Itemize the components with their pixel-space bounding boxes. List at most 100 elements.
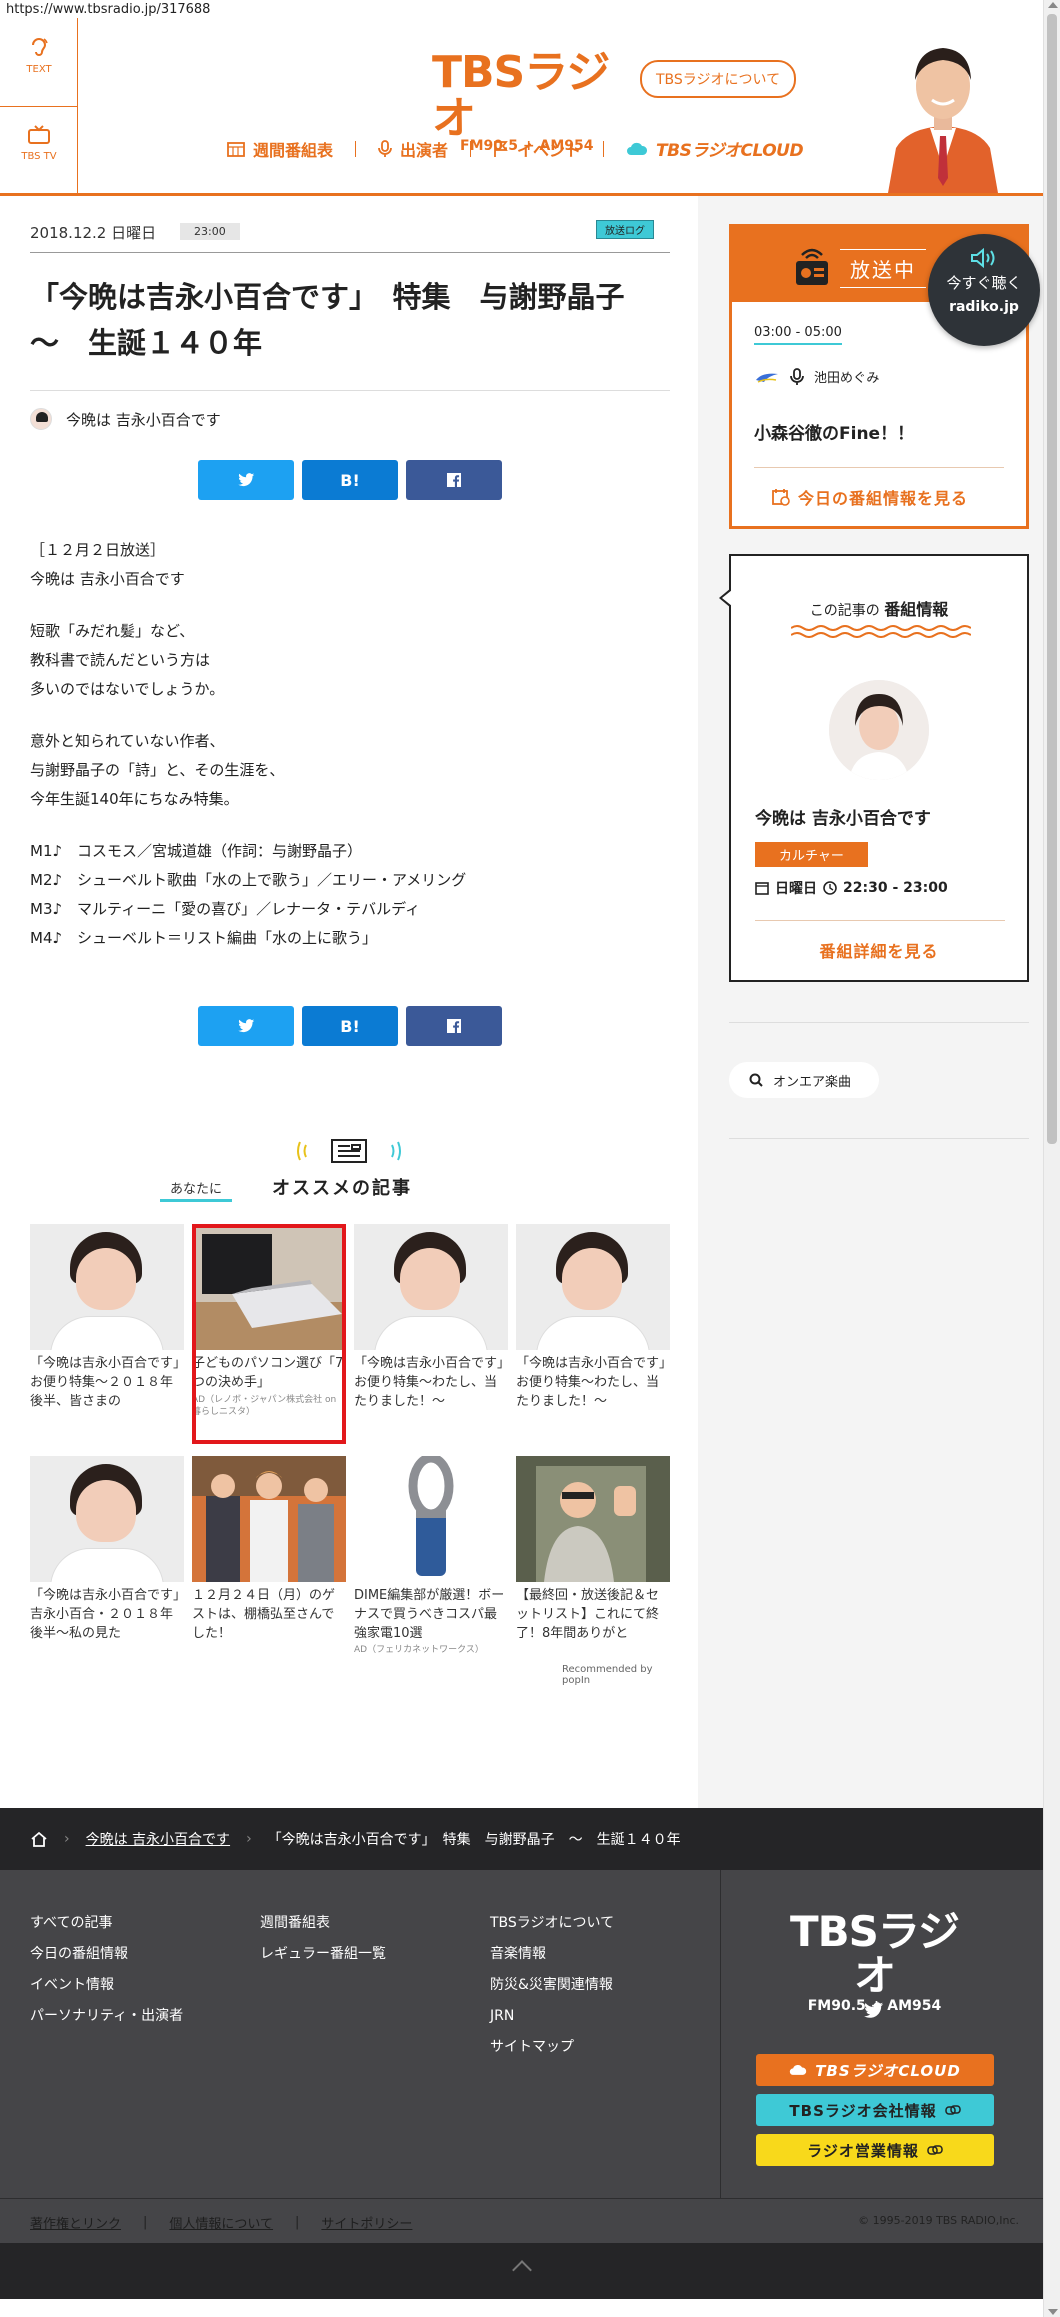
back-to-top-button[interactable] (0, 2243, 1043, 2299)
twitter-icon[interactable] (864, 2002, 884, 2019)
hatena-label: B! (340, 1016, 360, 1036)
copyright-link[interactable]: 著作権とリンク (30, 2213, 121, 2232)
broadcast-log-tag[interactable]: 放送ログ (596, 220, 654, 239)
body-line: 今晩は 吉永小百合です (30, 570, 185, 588)
share-buttons-bottom: B! (198, 1006, 502, 1046)
twitter-share-button[interactable] (198, 1006, 294, 1046)
on-air-host[interactable]: 池田めぐみ (754, 367, 879, 386)
footer-link[interactable]: すべての記事 (30, 1908, 183, 1939)
facebook-share-button[interactable] (406, 460, 502, 500)
on-air-program[interactable]: 小森谷徹のFine！！ (754, 419, 914, 444)
twitter-share-button[interactable] (198, 460, 294, 500)
card-thumbnail (516, 1224, 670, 1350)
facebook-icon (447, 473, 461, 487)
vertical-scrollbar[interactable] (1043, 0, 1060, 2317)
nav-weekly-schedule[interactable]: 週間番組表 (205, 137, 355, 161)
left-tabs: TEXT TBS TV (0, 18, 78, 193)
privacy-link[interactable]: 個人情報について (169, 2213, 273, 2232)
recommend-card[interactable]: １２月２４日（月）のゲストは、棚橋弘至さんでした！ (192, 1456, 346, 1644)
footer-link[interactable]: 週間番組表 (260, 1908, 386, 1939)
tab-text[interactable]: TEXT (0, 18, 78, 106)
home-icon[interactable] (30, 1831, 48, 1847)
radio-icon (796, 248, 828, 285)
tab-tbstv-label: TBS TV (21, 151, 57, 162)
footer-link[interactable]: サイトマップ (490, 2032, 614, 2063)
calendar-check-icon (772, 489, 790, 506)
radiko-listen-button[interactable]: 今すぐ聴く radiko.jp (928, 234, 1040, 346)
footer-logo[interactable]: TBSラジオ FM90.5 + AM954 (782, 1910, 967, 2015)
footer-link[interactable]: パーソナリティ・出演者 (30, 2001, 183, 2032)
tab-text-label: TEXT (26, 64, 52, 75)
article-program[interactable]: 今晩は 吉永小百合です (30, 408, 221, 430)
program-detail-link[interactable]: 番組詳細を見る (731, 938, 1027, 962)
footer-link[interactable]: イベント情報 (30, 1970, 183, 2001)
card-thumbnail (354, 1456, 508, 1582)
footer-link[interactable]: 音楽情報 (490, 1939, 614, 1970)
tv-icon (28, 125, 50, 144)
program-info-name[interactable]: 今晩は 吉永小百合です (755, 804, 931, 829)
footer-link[interactable]: レギュラー番組一覧 (260, 1939, 386, 1970)
microphone-icon (790, 367, 804, 385)
footer-sales-button[interactable]: ラジオ営業情報 (756, 2134, 994, 2166)
nav-event[interactable]: イベント (471, 137, 603, 161)
external-link-icon (927, 2145, 943, 2155)
host-portrait (829, 680, 929, 780)
guest-photo (192, 1456, 346, 1582)
today-program-link[interactable]: 今日の番組情報を見る (772, 485, 968, 509)
footer-cloud-button[interactable]: TBSラジオCLOUD (756, 2054, 994, 2086)
body-line: 教科書で読んだという方は (30, 651, 211, 669)
card-thumbnail (516, 1456, 670, 1582)
footer-link[interactable]: TBSラジオについて (490, 1908, 614, 1939)
logo-text: TBSラジオ (432, 47, 610, 144)
nav-tbs-cloud[interactable]: TBSラジオCLOUD (604, 136, 825, 161)
popin-credit[interactable]: Recommended by popIn (562, 1664, 670, 1686)
facebook-icon (447, 1019, 461, 1033)
recommend-card-ad[interactable]: DIME編集部が厳選！ボーナスで買うべきコスパ最強家電10選 AD（フェリカネッ… (354, 1456, 508, 1656)
chevron-up-icon (511, 2260, 532, 2280)
footer-link[interactable]: JRN (490, 2001, 614, 2032)
program-name: 今晩は 吉永小百合です (66, 410, 221, 429)
share-buttons-top: B! (198, 460, 502, 500)
about-tbs-radio-link[interactable]: TBSラジオについて (640, 60, 797, 98)
article-body: ［１２月２日放送］ 今晩は 吉永小百合です 短歌「みだれ髪」など、 教科書で読ん… (30, 536, 670, 953)
nav-weekly-schedule-label: 週間番組表 (253, 140, 334, 160)
tab-tbstv[interactable]: TBS TV (0, 106, 78, 194)
divider (30, 390, 670, 391)
breadcrumb-program[interactable]: 今晩は 吉永小百合です (86, 1829, 230, 1849)
policy-links: 著作権とリンク | 個人情報について | サイトポリシー (30, 2213, 412, 2232)
card-caption: 子どものパソコン選び「7つの決め手」 (192, 1356, 344, 1390)
card-caption: 「今晩は吉永小百合です」吉永小百合・２０１８年後半～私の見た (30, 1588, 180, 1641)
radiko-label: 今すぐ聴く (946, 274, 1022, 292)
calendar-icon (227, 141, 245, 157)
body-line: 短歌「みだれ髪」など、 (30, 622, 195, 640)
recommend-card-ad[interactable]: 子どものパソコン選び「7つの決め手」 AD（レノボ・ジャパン株式会社 on 暮ら… (192, 1224, 346, 1418)
footer-col-1: すべての記事 今日の番組情報 イベント情報 パーソナリティ・出演者 (30, 1908, 183, 2032)
footer-link[interactable]: 今日の番組情報 (30, 1939, 183, 1970)
program-schedule: 日曜日 22:30 - 23:00 (755, 878, 948, 898)
program-avatar[interactable] (829, 680, 929, 780)
recommend-card[interactable]: 「今晩は吉永小百合です」吉永小百合・２０１８年後半～私の見た (30, 1456, 184, 1644)
twitter-icon (237, 1019, 254, 1033)
divider (754, 467, 1004, 468)
ear-icon (32, 38, 48, 56)
recommend-card[interactable]: 【最終回・放送後記＆セットリスト】これにて終了！8年間ありがと (516, 1456, 670, 1644)
recommend-card[interactable]: 「今晩は吉永小百合です」お便り特集～わたし、当たりました！～ (516, 1224, 670, 1412)
facebook-share-button[interactable] (406, 1006, 502, 1046)
recommend-card[interactable]: 「今晩は吉永小百合です」お便り特集～２０１８年後半、皆さまの (30, 1224, 184, 1412)
scroll-down-arrow[interactable] (1048, 2309, 1058, 2315)
footer-company-button[interactable]: TBSラジオ会社情報 (756, 2094, 994, 2126)
nav-performers[interactable]: 出演者 (356, 137, 470, 161)
genre-chip[interactable]: カルチャー (755, 842, 868, 867)
onair-song-button[interactable]: オンエア楽曲 (729, 1062, 879, 1098)
air-purifier-image (354, 1456, 508, 1582)
recommend-title: オススメの記事 (272, 1178, 412, 1199)
site-policy-link[interactable]: サイトポリシー (321, 2213, 412, 2232)
footer-link[interactable]: 防災&災害関連情報 (490, 1970, 614, 2001)
hatena-bookmark-button[interactable]: B! (302, 460, 398, 500)
hatena-bookmark-button[interactable]: B! (302, 1006, 398, 1046)
card-thumbnail (354, 1224, 508, 1350)
scroll-thumb[interactable] (1047, 14, 1057, 1144)
recommend-card[interactable]: 「今晩は吉永小百合です」お便り特集～わたし、当たりました！～ (354, 1224, 508, 1412)
main-nav: 週間番組表 出演者 イベント TBSラジオCLOUD (205, 136, 825, 161)
scroll-up-arrow[interactable] (1048, 2, 1058, 8)
